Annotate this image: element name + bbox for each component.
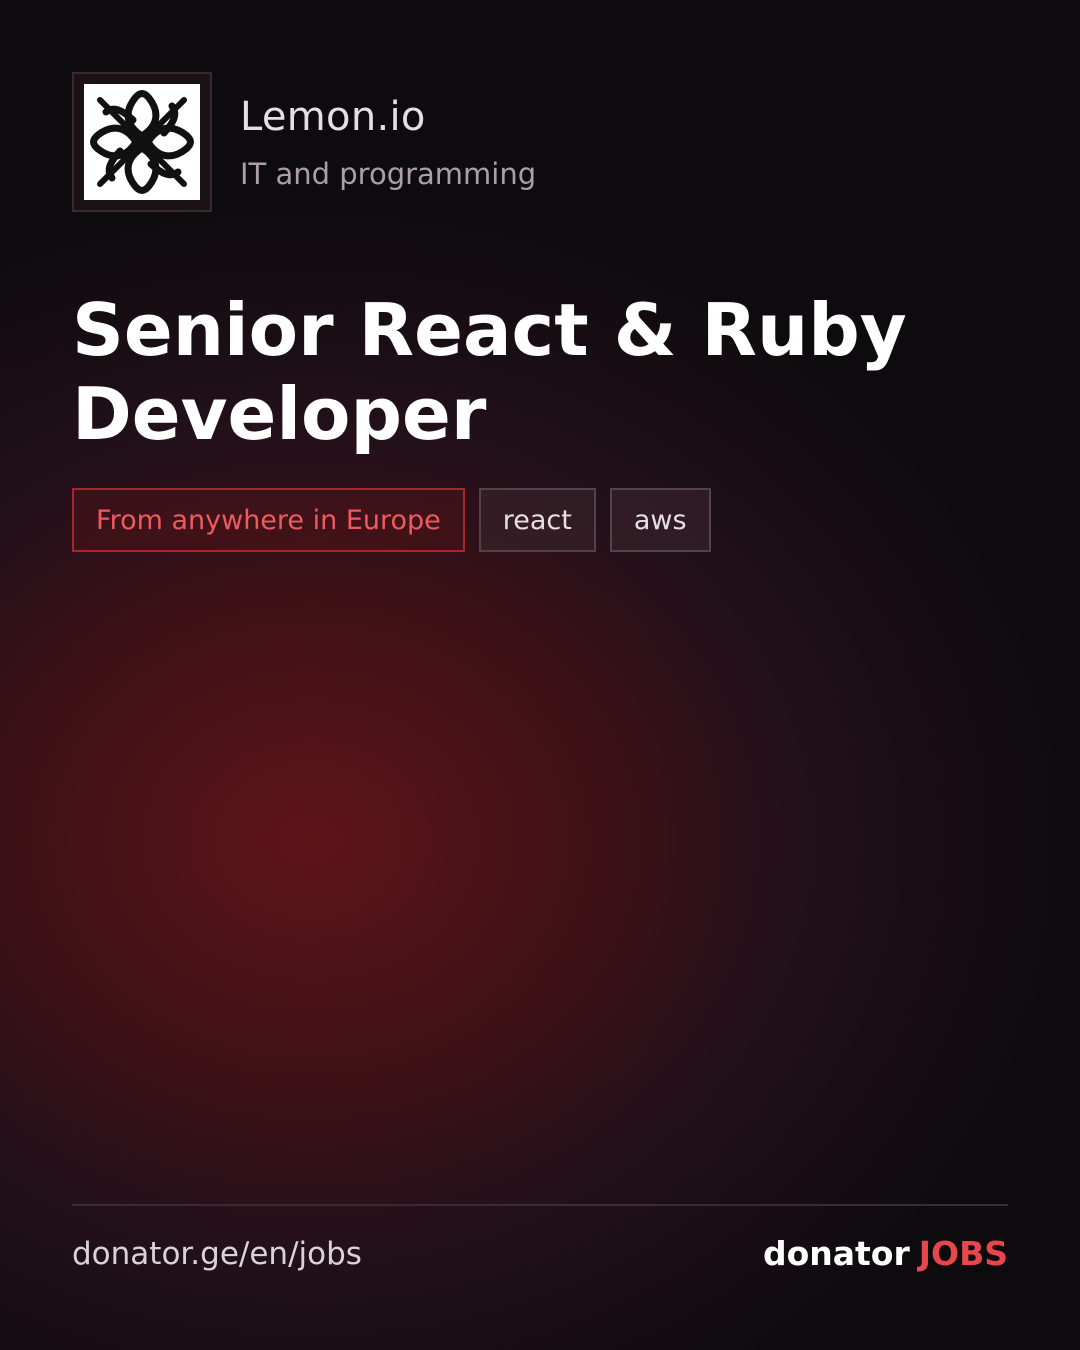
brand-accent: JOBS [918, 1234, 1008, 1273]
company-category: IT and programming [240, 157, 537, 191]
job-tags: From anywhere in Europe react aws [72, 488, 711, 552]
location-tag: From anywhere in Europe [72, 488, 465, 552]
brand-primary: donator [762, 1234, 910, 1273]
skill-tag-react: react [478, 488, 596, 552]
company-name: Lemon.io [240, 94, 426, 140]
job-title: Senior React & Ruby Developer [72, 288, 907, 456]
footer-divider [72, 1204, 1008, 1206]
skill-tag-aws: aws [609, 488, 711, 552]
logo-background [84, 84, 200, 200]
celtic-knot-icon [90, 90, 194, 194]
brand-logo: donator JOBS [763, 1234, 1008, 1273]
footer-url: donator.ge/en/jobs [72, 1236, 362, 1272]
company-logo [72, 72, 212, 212]
